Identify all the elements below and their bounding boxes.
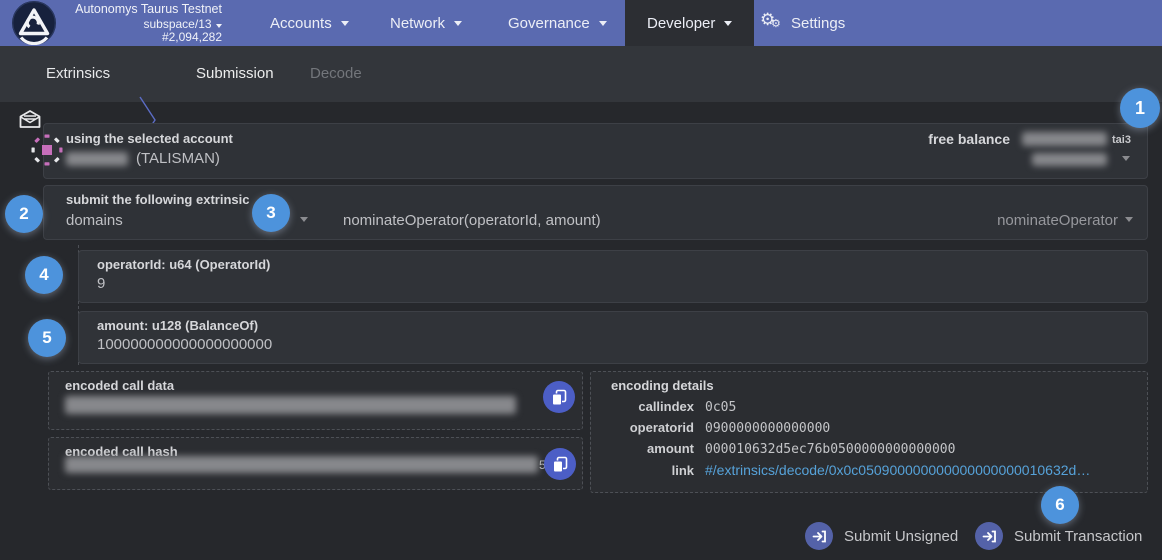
annotation-badge-1: 1 [1120, 88, 1160, 128]
encoding-row-callindex: callindex 0c05 [600, 399, 736, 415]
chevron-down-icon [454, 21, 462, 26]
param-amount-value[interactable]: 100000000000000000000 [97, 336, 272, 353]
account-dropdown-caret-icon[interactable] [1122, 156, 1130, 161]
chain-name: Autonomys Taurus Testnet [60, 3, 222, 17]
extrinsics-icon [19, 110, 41, 129]
encoded-call-data-redacted [65, 396, 516, 414]
section-dropdown-caret-icon[interactable] [300, 217, 308, 222]
annotation-badge-3: 3 [252, 194, 290, 232]
encoded-call-data-label: encoded call data [65, 378, 174, 393]
settings-gears-icon [762, 13, 782, 33]
autonomys-logo-icon[interactable] [12, 1, 56, 45]
account-identicon [30, 133, 64, 167]
nav-menu-network[interactable]: Network [390, 0, 462, 46]
param-operatorid-value[interactable]: 9 [97, 275, 105, 292]
nav-menu-developer[interactable]: Developer [625, 0, 754, 46]
account-row-label: using the selected account [66, 131, 233, 146]
encoding-key: operatorid [600, 420, 694, 435]
param-operatorid-label: operatorId: u64 (OperatorId) [97, 257, 270, 272]
section-title: Extrinsics [46, 65, 110, 82]
encoding-key: callindex [600, 399, 694, 414]
nav-menu-settings-label: Settings [791, 15, 845, 32]
free-balance-label: free balance [900, 131, 1010, 147]
submit-unsigned-label: Submit Unsigned [844, 528, 958, 545]
chain-caret-icon [216, 24, 222, 28]
extrinsic-section-select[interactable]: domains [66, 212, 123, 229]
copy-icon [551, 389, 567, 406]
encoding-details-title: encoding details [611, 378, 714, 393]
sign-in-icon [805, 522, 833, 550]
nav-menu-accounts[interactable]: Accounts [270, 0, 349, 46]
top-nav-bar: Autonomys Taurus Testnet subspace/13 #2,… [0, 0, 1162, 46]
param-amount-label: amount: u128 (BalanceOf) [97, 318, 258, 333]
annotation-badge-6: 6 [1041, 486, 1079, 524]
submit-unsigned-button[interactable]: Submit Unsigned [805, 522, 958, 550]
method-dropdown-caret-icon[interactable] [1125, 217, 1133, 222]
nav-menu-governance[interactable]: Governance [508, 0, 607, 46]
extrinsics-page: Autonomys Taurus Testnet subspace/13 #2,… [0, 0, 1162, 560]
free-balance-redacted [1022, 132, 1107, 146]
extrinsic-row-label: submit the following extrinsic [66, 192, 249, 207]
copy-icon [552, 456, 568, 473]
account-name-suffix: (TALISMAN) [136, 150, 220, 167]
method-select[interactable]: nominateOperator [950, 212, 1118, 229]
chevron-down-icon [599, 21, 607, 26]
sign-in-icon [975, 522, 1003, 550]
submit-transaction-button[interactable]: Submit Transaction [975, 522, 1142, 550]
chain-spec: subspace/13 [143, 18, 211, 32]
nav-menu-network-label: Network [390, 15, 445, 32]
encoded-call-hash-redacted [65, 456, 538, 473]
tab-decode[interactable]: Decode [310, 65, 362, 82]
nav-menu-accounts-label: Accounts [270, 15, 332, 32]
annotation-badge-5: 5 [28, 319, 66, 357]
call-signature: nominateOperator(operatorId, amount) [343, 212, 601, 229]
nav-menu-governance-label: Governance [508, 15, 590, 32]
chain-info[interactable]: Autonomys Taurus Testnet subspace/13 #2,… [60, 3, 222, 45]
chain-spec-row[interactable]: subspace/13 [60, 17, 222, 32]
nav-menu-developer-label: Developer [647, 15, 715, 32]
account-address-redacted [1032, 153, 1107, 166]
encoding-key: link [600, 463, 694, 478]
copy-call-data-button[interactable] [543, 381, 575, 413]
encoding-value: 000010632d5ec76b0500000000000000 [705, 442, 955, 457]
encoding-row-link: link #/extrinsics/decode/0x0c05090000000… [600, 462, 1090, 478]
encoding-row-amount: amount 000010632d5ec76b0500000000000000 [600, 441, 955, 457]
encoding-row-operatorid: operatorid 0900000000000000 [600, 420, 830, 436]
tab-submission[interactable]: Submission [196, 65, 274, 82]
tab-bar: Extrinsics Submission Decode [0, 46, 1162, 102]
decode-link[interactable]: #/extrinsics/decode/0x0c0509000000000000… [705, 462, 1090, 478]
submit-transaction-label: Submit Transaction [1014, 528, 1142, 545]
account-name-redacted [66, 152, 128, 166]
encoding-value: 0900000000000000 [705, 421, 830, 436]
chevron-down-icon [724, 21, 732, 26]
chain-block-number: #2,094,282 [60, 31, 222, 45]
nav-menu-settings[interactable]: Settings [762, 0, 845, 46]
encoding-value: 0c05 [705, 400, 736, 415]
copy-call-hash-button[interactable] [544, 448, 576, 480]
annotation-badge-4: 4 [25, 256, 63, 294]
encoding-key: amount [600, 441, 694, 456]
annotation-badge-2: 2 [5, 195, 43, 233]
balance-unit: tai3 [1112, 134, 1131, 146]
chevron-down-icon [341, 21, 349, 26]
